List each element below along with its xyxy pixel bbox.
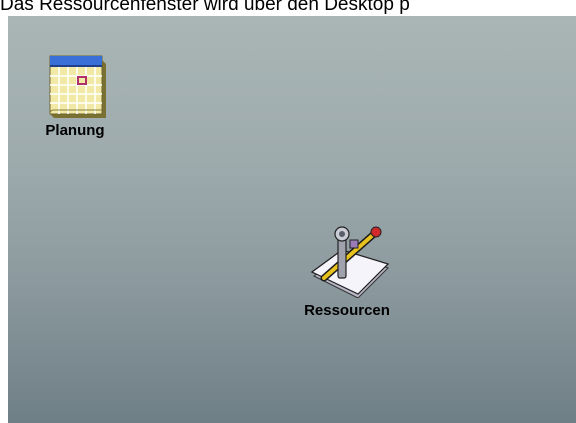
desktop-icon-planung[interactable]: Planung xyxy=(44,52,106,139)
resources-tools-icon xyxy=(310,226,390,298)
calendar-icon xyxy=(49,55,106,118)
desktop-icon-ressourcen[interactable]: Ressourcen xyxy=(302,222,392,319)
icon-label-planung: Planung xyxy=(45,122,105,139)
icon-label-ressourcen: Ressourcen xyxy=(304,302,390,319)
caption-text: Das Ressourcenfenster wird über den Desk… xyxy=(0,0,410,15)
desktop[interactable]: Planung Ressourcen xyxy=(8,16,576,423)
